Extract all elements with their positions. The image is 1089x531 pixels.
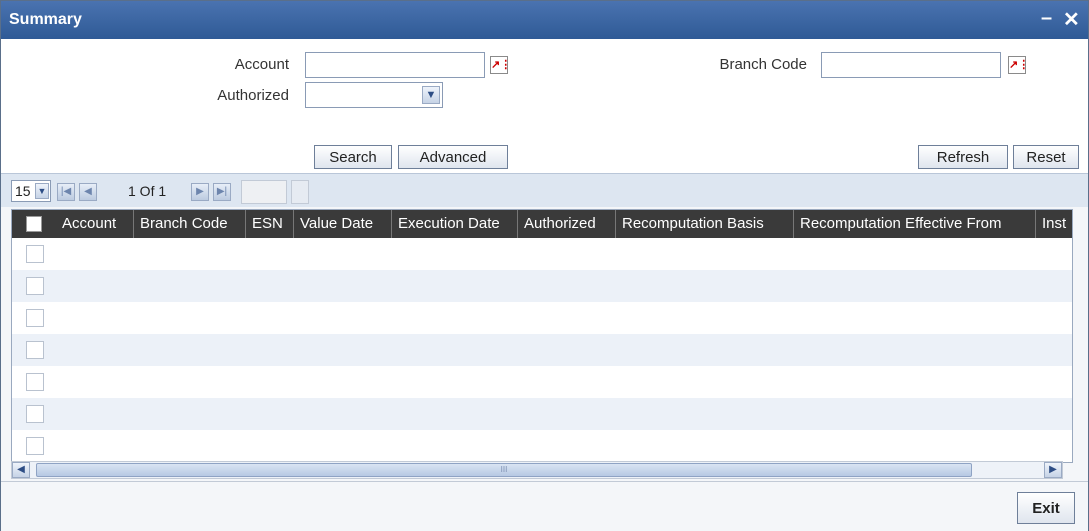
- page-size-value: 15: [15, 183, 31, 199]
- row-checkbox[interactable]: [26, 373, 44, 391]
- table-row[interactable]: [12, 398, 1072, 430]
- scroll-left-icon[interactable]: ◀: [12, 462, 30, 478]
- row-checkbox[interactable]: [26, 437, 44, 455]
- goto-page-input[interactable]: [241, 180, 287, 204]
- search-button[interactable]: Search: [314, 145, 392, 169]
- row-checkbox[interactable]: [26, 245, 44, 263]
- column-header[interactable]: Account: [56, 210, 134, 238]
- goto-page-button[interactable]: [291, 180, 309, 204]
- reset-button[interactable]: Reset: [1013, 145, 1079, 169]
- row-checkbox[interactable]: [26, 405, 44, 423]
- chevron-down-icon[interactable]: ▼: [35, 183, 49, 199]
- page-indicator: 1 Of 1: [128, 183, 167, 199]
- page-size-select[interactable]: 15 ▼: [11, 180, 51, 202]
- column-header[interactable]: Recomputation Effective From: [794, 210, 1036, 238]
- authorized-select[interactable]: ▼: [305, 82, 443, 108]
- column-header[interactable]: Recomputation Basis: [616, 210, 794, 238]
- row-checkbox[interactable]: [26, 309, 44, 327]
- branch-code-input[interactable]: [821, 52, 1001, 78]
- vertical-scrollbar[interactable]: ▲ ▼: [1072, 210, 1073, 463]
- column-header[interactable]: Branch Code: [134, 210, 246, 238]
- account-input[interactable]: [305, 52, 485, 78]
- account-lov-icon[interactable]: ↗⋮: [490, 56, 511, 74]
- close-icon[interactable]: ✕: [1063, 7, 1080, 32]
- horizontal-scrollbar[interactable]: ◀ III ▶: [11, 461, 1063, 479]
- scroll-right-icon[interactable]: ▶: [1044, 462, 1062, 478]
- table-row[interactable]: [12, 366, 1072, 398]
- exit-button[interactable]: Exit: [1017, 492, 1075, 524]
- results-grid: Account Branch Code ESN Value Date Execu…: [11, 209, 1073, 463]
- table-row[interactable]: [12, 238, 1072, 270]
- window-title: Summary: [9, 11, 82, 28]
- prev-page-icon[interactable]: ◀: [79, 183, 97, 201]
- last-page-icon[interactable]: ▶|: [213, 183, 231, 201]
- column-header[interactable]: Inst: [1036, 210, 1072, 238]
- summary-window: Summary – ✕ Account ↗⋮ Branch Code ↗⋮ Au…: [0, 0, 1089, 531]
- column-header[interactable]: ESN: [246, 210, 294, 238]
- advanced-button[interactable]: Advanced: [398, 145, 508, 169]
- column-header[interactable]: Execution Date: [392, 210, 518, 238]
- authorized-label: Authorized: [217, 87, 289, 104]
- refresh-button[interactable]: Refresh: [918, 145, 1008, 169]
- table-row[interactable]: [12, 430, 1072, 462]
- chevron-down-icon[interactable]: ▼: [422, 86, 440, 104]
- branch-code-lov-icon[interactable]: ↗⋮: [1008, 56, 1029, 74]
- minimize-icon[interactable]: –: [1041, 7, 1052, 30]
- horizontal-scroll-thumb[interactable]: III: [36, 463, 972, 477]
- next-page-icon[interactable]: ▶: [191, 183, 209, 201]
- pager: 15 ▼ |◀ ◀ 1 Of 1 ▶ ▶|: [1, 173, 1088, 207]
- row-checkbox[interactable]: [26, 277, 44, 295]
- table-row[interactable]: [12, 302, 1072, 334]
- first-page-icon[interactable]: |◀: [57, 183, 75, 201]
- column-header[interactable]: Value Date: [294, 210, 392, 238]
- table-row[interactable]: [12, 270, 1072, 302]
- title-bar: Summary – ✕: [1, 1, 1088, 39]
- account-label: Account: [234, 56, 289, 73]
- search-form: Account ↗⋮ Branch Code ↗⋮ Authorized ▼ S…: [1, 39, 1088, 173]
- branch-code-label: Branch Code: [719, 56, 807, 73]
- footer: Exit: [1, 481, 1088, 531]
- grid-header: Account Branch Code ESN Value Date Execu…: [12, 210, 1072, 238]
- row-checkbox[interactable]: [26, 341, 44, 359]
- table-row[interactable]: [12, 334, 1072, 366]
- column-header[interactable]: Authorized: [518, 210, 616, 238]
- select-all-checkbox[interactable]: [26, 216, 42, 232]
